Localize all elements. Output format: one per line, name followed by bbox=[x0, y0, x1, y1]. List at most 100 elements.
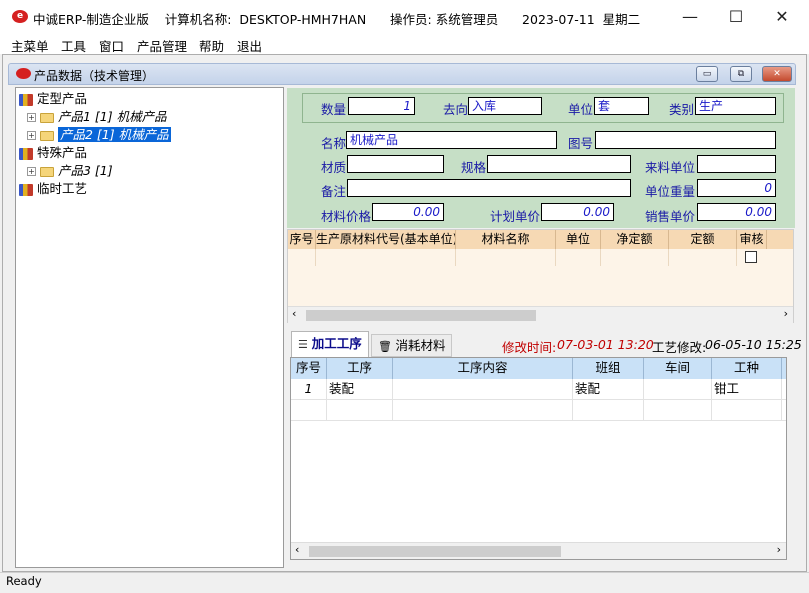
plan-price-field[interactable]: 0.00 bbox=[541, 203, 614, 221]
tab-consumed-materials[interactable]: 🗑 消耗材料 bbox=[371, 334, 453, 357]
incoming-unit-field[interactable] bbox=[697, 155, 776, 173]
book-icon bbox=[19, 147, 33, 160]
col-header[interactable]: 序号 bbox=[291, 358, 327, 379]
qty-field[interactable]: 1 bbox=[348, 97, 415, 115]
scroll-left-icon[interactable]: ‹ bbox=[295, 543, 299, 556]
scroll-right-icon[interactable]: › bbox=[777, 543, 781, 556]
menu-exit[interactable]: 退出 bbox=[237, 36, 262, 55]
expand-icon[interactable]: + bbox=[27, 113, 36, 122]
col-header[interactable]: 单位 bbox=[556, 230, 601, 249]
col-header[interactable]: 班组 bbox=[573, 358, 644, 379]
name-label: 名称 bbox=[321, 136, 347, 151]
dest-label: 去向 bbox=[443, 102, 469, 117]
tree-node-product2[interactable]: + 产品2 [1] 机械产品 bbox=[19, 126, 283, 144]
process-grid[interactable]: 序号 工序 工序内容 班组 车间 工种 1 装配 装配 钳工 ‹ › bbox=[290, 357, 787, 560]
remark-field[interactable] bbox=[347, 179, 631, 197]
child-restore-button[interactable]: ⧉ bbox=[730, 66, 752, 82]
col-header[interactable]: 定额 bbox=[669, 230, 737, 249]
unit-weight-field[interactable]: 0 bbox=[697, 179, 776, 197]
tree-node-special-products[interactable]: 特殊产品 bbox=[19, 144, 283, 162]
dest-field[interactable]: 入库 bbox=[468, 97, 542, 115]
drawing-no-field[interactable] bbox=[595, 131, 776, 149]
col-header[interactable]: 材料名称 bbox=[456, 230, 556, 249]
col-header[interactable]: 审核 bbox=[737, 230, 767, 249]
col-header-filler bbox=[782, 358, 786, 379]
col-header[interactable]: 工序 bbox=[327, 358, 393, 379]
col-header[interactable]: 工种 bbox=[712, 358, 782, 379]
process-grid-header: 序号 工序 工序内容 班组 车间 工种 bbox=[291, 358, 786, 379]
table-row bbox=[291, 400, 786, 421]
col-header[interactable]: 生产原材料代号(基本单位) bbox=[316, 230, 456, 249]
unit-weight-label: 单位重量 bbox=[645, 184, 696, 199]
cell-seq: 1 bbox=[291, 379, 327, 400]
scroll-right-icon[interactable]: › bbox=[784, 307, 788, 320]
product-tree[interactable]: 定型产品 + 产品1 [1] 机械产品 + 产品2 [1] 机械产品 特殊产品 + 产… bbox=[15, 87, 284, 568]
material-price-label: 材料价格 bbox=[321, 209, 372, 224]
audit-checkbox[interactable] bbox=[745, 251, 757, 263]
sale-price-label: 销售单价 bbox=[645, 209, 696, 224]
folder-icon bbox=[40, 166, 54, 177]
material-field[interactable] bbox=[347, 155, 444, 173]
col-header[interactable]: 序号 bbox=[288, 230, 316, 249]
menu-window[interactable]: 窗口 bbox=[99, 36, 124, 55]
process-grid-hscrollbar[interactable]: ‹ › bbox=[291, 542, 786, 559]
tree-node-label: 临时工艺 bbox=[37, 181, 88, 196]
menu-help[interactable]: 帮助 bbox=[199, 36, 224, 55]
cell-filler bbox=[782, 379, 786, 400]
cell-team: 装配 bbox=[573, 379, 644, 400]
table-row[interactable]: 1 装配 装配 钳工 bbox=[291, 379, 786, 400]
minimize-button[interactable]: — bbox=[667, 0, 713, 34]
tree-node-label: 特殊产品 bbox=[37, 145, 88, 160]
col-header[interactable]: 车间 bbox=[644, 358, 712, 379]
col-header[interactable]: 工序内容 bbox=[393, 358, 573, 379]
spec-label: 规格 bbox=[461, 160, 487, 175]
modified-time-label: 修改时间: bbox=[502, 340, 557, 355]
menu-main[interactable]: 主菜单 bbox=[11, 36, 49, 55]
category-field[interactable]: 生产 bbox=[695, 97, 776, 115]
trash-icon: 🗑 bbox=[378, 340, 396, 353]
scroll-left-icon[interactable]: ‹ bbox=[292, 307, 296, 320]
material-grid[interactable]: 序号 生产原材料代号(基本单位) 材料名称 单位 净定额 定额 审核 ‹ › bbox=[287, 229, 794, 323]
close-button[interactable]: ✕ bbox=[759, 0, 805, 34]
tree-node-product1[interactable]: + 产品1 [1] 机械产品 bbox=[19, 108, 283, 126]
sale-price-field[interactable]: 0.00 bbox=[697, 203, 776, 221]
book-icon bbox=[19, 93, 33, 106]
expand-icon[interactable]: + bbox=[27, 167, 36, 176]
incoming-unit-label: 来料单位 bbox=[645, 160, 696, 175]
material-grid-hscrollbar[interactable]: ‹ › bbox=[288, 306, 793, 323]
tab-label: 加工工序 bbox=[311, 336, 362, 351]
col-header[interactable]: 净定额 bbox=[601, 230, 669, 249]
child-window-icon bbox=[16, 68, 31, 79]
material-label: 材质 bbox=[321, 160, 347, 175]
material-price-field[interactable]: 0.00 bbox=[372, 203, 444, 221]
child-window-title: 产品数据（技术管理） bbox=[34, 69, 155, 83]
child-minimize-button[interactable]: ▭ bbox=[696, 66, 718, 82]
cell-trade: 钳工 bbox=[712, 379, 782, 400]
modified-time-value: 07-03-01 13:20 bbox=[557, 337, 654, 352]
expand-icon[interactable]: + bbox=[27, 131, 36, 140]
tree-node-standard-products[interactable]: 定型产品 bbox=[19, 90, 283, 108]
tree-node-product3[interactable]: + 产品3 [1] bbox=[19, 162, 283, 180]
material-grid-row bbox=[288, 249, 793, 266]
col-header-filler bbox=[767, 230, 793, 249]
menu-product-management[interactable]: 产品管理 bbox=[137, 36, 187, 55]
tree-node-label: 定型产品 bbox=[37, 91, 88, 106]
tree-node-temporary-craft[interactable]: 临时工艺 bbox=[19, 180, 283, 198]
menu-tools[interactable]: 工具 bbox=[61, 36, 86, 55]
craft-modified-value: 06-05-10 15:25 bbox=[705, 337, 802, 352]
maximize-button[interactable]: ☐ bbox=[713, 0, 759, 34]
tree-node-label: 产品1 [1] 机械产品 bbox=[58, 109, 167, 124]
scroll-thumb[interactable] bbox=[306, 310, 536, 321]
spec-field[interactable] bbox=[487, 155, 631, 173]
unit-label: 单位 bbox=[568, 102, 594, 117]
craft-modified-label: 工艺修改: bbox=[652, 340, 707, 355]
scroll-thumb[interactable] bbox=[309, 546, 561, 557]
name-field[interactable]: 机械产品 bbox=[346, 131, 557, 149]
app-logo-icon: e bbox=[12, 10, 28, 23]
status-bar bbox=[0, 572, 809, 593]
tab-process[interactable]: ☰ 加工工序 bbox=[291, 331, 369, 357]
child-close-button[interactable]: ✕ bbox=[762, 66, 792, 82]
unit-field[interactable]: 套 bbox=[594, 97, 649, 115]
tree-node-label: 产品3 [1] bbox=[58, 163, 113, 178]
book-icon bbox=[19, 183, 33, 196]
